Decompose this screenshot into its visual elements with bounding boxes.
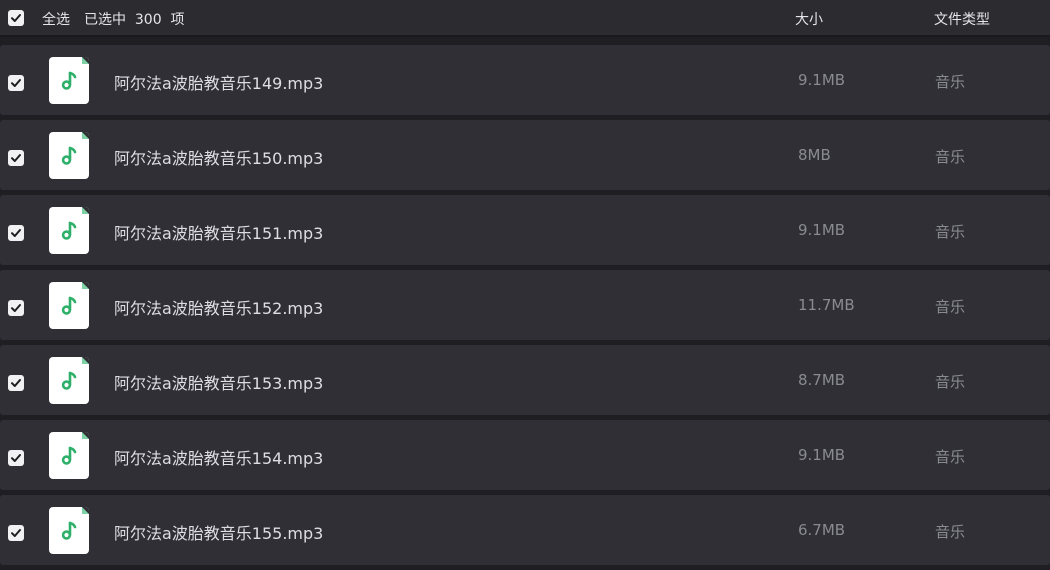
- file-type: 音乐: [935, 448, 966, 466]
- row-checkbox[interactable]: [8, 375, 24, 391]
- row-checkbox[interactable]: [8, 150, 24, 166]
- file-size: 6.7MB: [798, 521, 846, 539]
- select-all-label[interactable]: 全选: [42, 9, 70, 29]
- file-size: 9.1MB: [798, 221, 846, 239]
- file-size: 9.1MB: [798, 446, 846, 464]
- checkmark-icon: [11, 529, 21, 537]
- file-name: 阿尔法a波胎教音乐153.mp3: [114, 374, 324, 393]
- file-type: 音乐: [935, 373, 966, 391]
- music-file-icon: [49, 282, 89, 329]
- type-column-header[interactable]: 文件类型: [934, 9, 990, 29]
- music-file-icon: [49, 357, 89, 404]
- row-checkbox[interactable]: [8, 300, 24, 316]
- select-all-checkbox[interactable]: [8, 10, 24, 26]
- row-checkbox[interactable]: [8, 225, 24, 241]
- file-size: 9.1MB: [798, 71, 846, 89]
- file-list-header: 全选 已选中 300 项 大小 文件类型: [0, 0, 1050, 37]
- row-checkbox[interactable]: [8, 450, 24, 466]
- size-column-header[interactable]: 大小: [795, 9, 823, 29]
- file-size: 11.7MB: [798, 296, 855, 314]
- music-file-icon: [49, 207, 89, 254]
- file-name: 阿尔法a波胎教音乐149.mp3: [114, 74, 324, 93]
- file-type: 音乐: [935, 523, 966, 541]
- file-row[interactable]: 阿尔法a波胎教音乐153.mp3 8.7MB 音乐: [0, 345, 1050, 415]
- file-row[interactable]: 阿尔法a波胎教音乐151.mp3 9.1MB 音乐: [0, 195, 1050, 265]
- row-checkbox[interactable]: [8, 525, 24, 541]
- file-type: 音乐: [935, 148, 966, 166]
- file-row[interactable]: 阿尔法a波胎教音乐154.mp3 9.1MB 音乐: [0, 420, 1050, 490]
- file-row[interactable]: 阿尔法a波胎教音乐150.mp3 8MB 音乐: [0, 120, 1050, 190]
- checkmark-icon: [11, 154, 21, 162]
- file-size: 8MB: [798, 146, 831, 164]
- file-name: 阿尔法a波胎教音乐152.mp3: [114, 299, 324, 318]
- music-file-icon: [49, 132, 89, 179]
- checkmark-icon: [11, 454, 21, 462]
- checkmark-icon: [11, 229, 21, 237]
- file-name: 阿尔法a波胎教音乐150.mp3: [114, 149, 324, 168]
- file-size: 8.7MB: [798, 371, 846, 389]
- music-file-icon: [49, 432, 89, 479]
- checkmark-icon: [11, 379, 21, 387]
- file-type: 音乐: [935, 223, 966, 241]
- music-file-icon: [49, 507, 89, 554]
- file-row[interactable]: 阿尔法a波胎教音乐155.mp3 6.7MB 音乐: [0, 495, 1050, 565]
- file-type: 音乐: [935, 298, 966, 316]
- file-name: 阿尔法a波胎教音乐154.mp3: [114, 449, 324, 468]
- checkmark-icon: [11, 304, 21, 312]
- file-list: 阿尔法a波胎教音乐149.mp3 9.1MB 音乐 阿尔法a波胎教音乐150.m…: [0, 45, 1050, 570]
- row-checkbox[interactable]: [8, 75, 24, 91]
- checkmark-icon: [11, 79, 21, 87]
- file-type: 音乐: [935, 73, 966, 91]
- music-file-icon: [49, 57, 89, 104]
- checkmark-icon: [11, 14, 21, 22]
- file-row[interactable]: 阿尔法a波胎教音乐149.mp3 9.1MB 音乐: [0, 45, 1050, 115]
- selected-count-text: 已选中 300 项: [84, 12, 185, 28]
- file-name: 阿尔法a波胎教音乐151.mp3: [114, 224, 324, 243]
- file-row[interactable]: 阿尔法a波胎教音乐152.mp3 11.7MB 音乐: [0, 270, 1050, 340]
- file-name: 阿尔法a波胎教音乐155.mp3: [114, 524, 324, 543]
